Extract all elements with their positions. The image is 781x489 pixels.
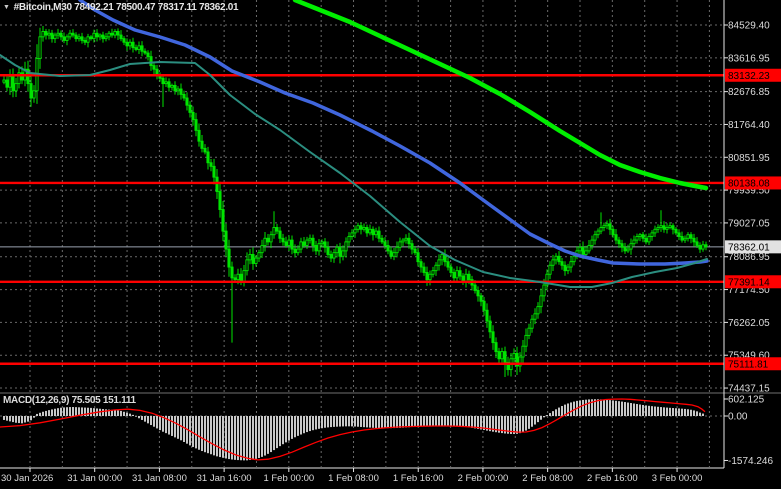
time-axis-label: 1 Feb 16:00	[393, 473, 444, 484]
price-axis-label: 82676.85	[728, 87, 770, 98]
level-price-label: 75111.81	[728, 359, 769, 370]
symbol-marker-icon: ▼	[3, 4, 10, 11]
chart-canvas[interactable]: 84529.40 83616.95 82676.85 81764.40 80851.95…	[0, 0, 781, 489]
price-axis-label: 74437.15	[728, 384, 770, 395]
time-axis-label: 30 Jan 2026	[1, 473, 53, 484]
macd-axis-label: 602.125	[728, 394, 765, 405]
time-axis-label: 2 Feb 08:00	[522, 473, 573, 484]
time-axis-label: 31 Jan 08:00	[132, 473, 187, 484]
time-axis-label: 2 Feb 00:00	[458, 473, 509, 484]
price-axis-label: 79027.05	[728, 218, 770, 229]
price-axis-label: 80851.95	[728, 153, 770, 164]
price-axis-label: 84529.40	[728, 21, 770, 32]
time-axis-label: 3 Feb 00:00	[652, 473, 703, 484]
macd-indicator-label: MACD(12,26,9) 75.505 151.111	[3, 395, 136, 407]
level-price-label: 77391.14	[728, 277, 770, 288]
macd-axis-label: -1574.246	[728, 456, 773, 467]
chart-title: ▼ #Bitcoin,M30 78492.21 78500.47 78317.11…	[3, 2, 239, 14]
current-price-label: 78362.01	[728, 242, 770, 253]
time-axis-label: 1 Feb 08:00	[328, 473, 379, 484]
time-axis-label: 1 Feb 00:00	[263, 473, 314, 484]
trading-chart-window[interactable]: 84529.40 83616.95 82676.85 81764.40 80851.95…	[0, 0, 781, 489]
price-axis-label: 81764.40	[728, 120, 770, 131]
time-axis-label: 31 Jan 16:00	[197, 473, 252, 484]
level-price-label: 80138.08	[728, 178, 770, 189]
chart-title-text: #Bitcoin,M30 78492.21 78500.47 78317.11 …	[13, 2, 239, 13]
level-price-label: 83132.23	[728, 71, 770, 82]
time-axis-label: 2 Feb 16:00	[587, 473, 638, 484]
price-axis-label: 76262.05	[728, 318, 770, 329]
macd-axis-label: 0.00	[728, 412, 748, 423]
price-axis-label: 78086.95	[728, 252, 770, 263]
price-axis-label: 83616.95	[728, 53, 770, 64]
time-axis-label: 31 Jan 00:00	[67, 473, 122, 484]
macd-label-text: MACD(12,26,9) 75.505 151.111	[3, 395, 136, 406]
